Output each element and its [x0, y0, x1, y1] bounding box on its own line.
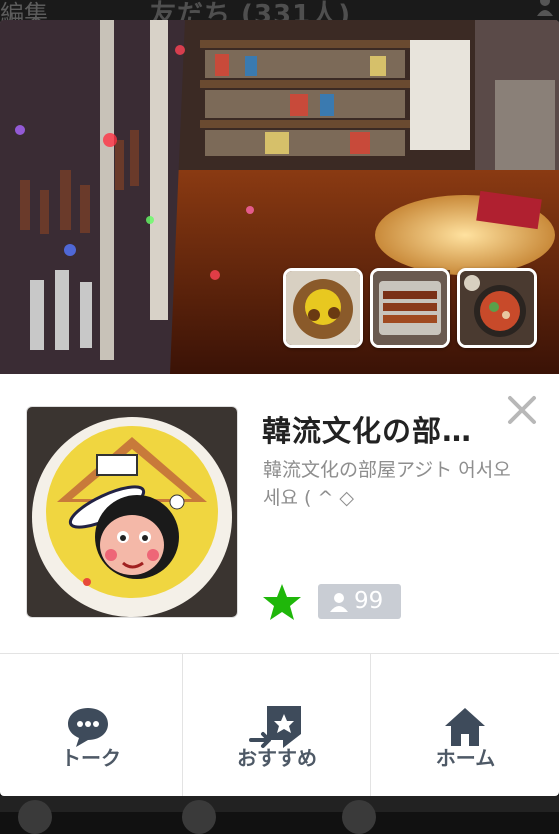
talk-button[interactable]: トーク	[0, 654, 182, 796]
recommend-button[interactable]: おすすめ	[182, 654, 371, 796]
action-bar: トーク おすすめ ホーム	[0, 653, 559, 796]
profile-avatar[interactable]	[26, 406, 238, 618]
close-icon[interactable]	[504, 392, 540, 428]
member-count: 99	[354, 588, 384, 614]
background-tabbar	[0, 796, 559, 812]
photo-thumbnail[interactable]	[370, 268, 450, 348]
photo-thumbnail[interactable]	[457, 268, 537, 348]
person-icon	[537, 0, 553, 16]
status-message: 韓流文化の部屋アジト 어서오세요 ( ^ ◇	[263, 459, 511, 509]
recommend-label: おすすめ	[237, 746, 317, 770]
tab-icon	[18, 800, 52, 834]
star-icon[interactable]	[262, 582, 302, 622]
profile-name: 韓流文化の部屋アジト	[262, 414, 494, 448]
member-count-badge[interactable]: 99	[318, 584, 401, 619]
tab-icon	[342, 800, 376, 834]
home-label: ホーム	[435, 746, 496, 770]
tab-icon	[182, 800, 216, 834]
profile-popup: 韓流文化の部屋アジト 韓流文化の部屋アジト 어서오세요 ( ^ ◇ 99 トーク…	[0, 20, 559, 796]
home-button[interactable]: ホーム	[370, 654, 559, 796]
person-icon	[330, 593, 348, 612]
photo-thumbnail[interactable]	[283, 268, 363, 348]
talk-label: トーク	[61, 746, 121, 770]
